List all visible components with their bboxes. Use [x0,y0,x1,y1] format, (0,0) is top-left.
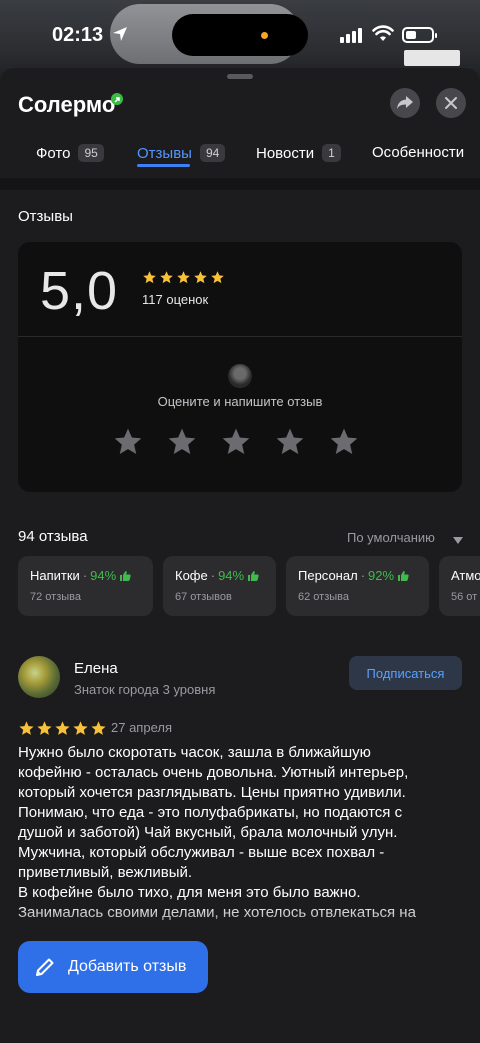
thumbs-up-icon [120,570,131,581]
aspect-reviews: 62 отзыва [298,591,349,603]
star-icon [143,271,156,284]
location-arrow-icon [112,26,128,47]
reviewer-name[interactable]: Елена [74,660,118,677]
tab-label: Отзывы [137,144,192,162]
tab-count: 94 [199,144,226,162]
place-sheet: Солермо Фото 95 Отзывы 94 Новости 1 Особ… [0,68,480,1043]
rate-star-2[interactable] [166,426,198,458]
star-icon [55,721,70,735]
share-icon [397,96,413,109]
status-time: 02:13 [52,24,104,46]
card-divider [18,336,462,337]
signal-icon [340,27,362,48]
aspect-reviews: 67 отзывов [175,591,232,603]
tab-photos[interactable]: Фото 95 [36,144,104,162]
pencil-icon [36,958,54,976]
rate-star-5[interactable] [328,426,360,458]
aspect-percent: 94% [218,568,245,583]
rate-stars [112,426,360,458]
aspect-percent: 92% [368,568,395,583]
status-bar: 02:13 [0,0,480,70]
rate-prompt: Оцените и напишите отзыв [157,394,323,409]
aspect-name: Кофе [175,568,208,583]
rate-star-4[interactable] [274,426,306,458]
rating-stars [142,270,225,285]
aspect-chip-coffee[interactable]: Кофе · 94% 67 отзывов [163,556,276,616]
star-icon [160,271,173,284]
star-icon [211,271,224,284]
rate-star-3[interactable] [220,426,252,458]
aspect-name: Атмо [451,568,480,583]
active-tab-indicator [137,164,190,167]
close-icon [445,97,457,109]
tab-bar: Фото 95 Отзывы 94 Новости 1 Особенности [0,134,480,178]
review-date: 27 апреля [111,720,172,735]
tab-count: 1 [322,144,341,162]
sheet-grabber[interactable] [227,74,253,79]
star-icon [73,721,88,735]
tab-count: 95 [78,144,104,162]
aspect-name: Персонал [298,568,358,583]
star-icon [19,721,34,735]
tab-reviews[interactable]: Отзывы 94 [137,144,226,162]
aspect-chip-atmosphere[interactable]: Атмо 56 от [439,556,480,616]
place-title: Солермо [18,92,116,117]
star-icon [37,721,52,735]
verified-badge-icon [111,93,123,105]
tab-features[interactable]: Особенности [372,144,464,161]
wifi-icon [372,25,394,48]
rating-card: 5,0 117 оценок Оцените и напишите отзыв [18,242,462,492]
sort-dropdown[interactable]: По умолчанию [347,530,435,545]
aspect-chip-drinks[interactable]: Напитки · 94% 72 отзыва [18,556,153,616]
tab-label: Особенности [372,144,465,161]
star-icon [194,271,207,284]
aspect-reviews: 56 от [451,591,478,603]
chevron-down-icon[interactable] [453,532,463,550]
section-divider [0,178,480,190]
star-icon [91,721,106,735]
reviewer-level: Знаток города 3 уровня [74,682,216,697]
dynamic-island [172,14,308,56]
reviews-count: 94 отзыва [18,528,88,545]
recording-dot [261,32,268,39]
tab-label: Фото [36,144,71,162]
aspect-chip-staff[interactable]: Персонал · 92% 62 отзыва [286,556,429,616]
thumbs-up-icon [248,570,259,581]
rate-star-1[interactable] [112,426,144,458]
close-button[interactable] [436,88,466,118]
aspect-name: Напитки [30,568,80,583]
tab-label: Новости [256,144,315,162]
subscribe-button[interactable]: Подписаться [349,656,462,690]
star-icon [177,271,190,284]
aspect-reviews: 72 отзыва [30,591,81,603]
share-button[interactable] [390,88,420,118]
user-avatar [228,364,252,388]
add-review-label: Добавить отзыв [68,958,187,975]
section-title: Отзывы [18,208,73,225]
reviewer-avatar[interactable] [18,656,60,698]
average-rating: 5,0 [40,261,119,321]
bottom-fade [0,903,480,943]
add-review-button[interactable]: Добавить отзыв [18,941,208,993]
thumbs-up-icon [398,570,409,581]
aspect-percent: 94% [90,568,117,583]
tab-news[interactable]: Новости 1 [256,144,341,162]
review-stars [18,720,107,737]
ratings-count: 117 оценок [142,292,209,307]
review-text[interactable]: Нужно было скоротать часок, зашла в ближ… [18,743,464,923]
battery-icon [402,27,437,43]
